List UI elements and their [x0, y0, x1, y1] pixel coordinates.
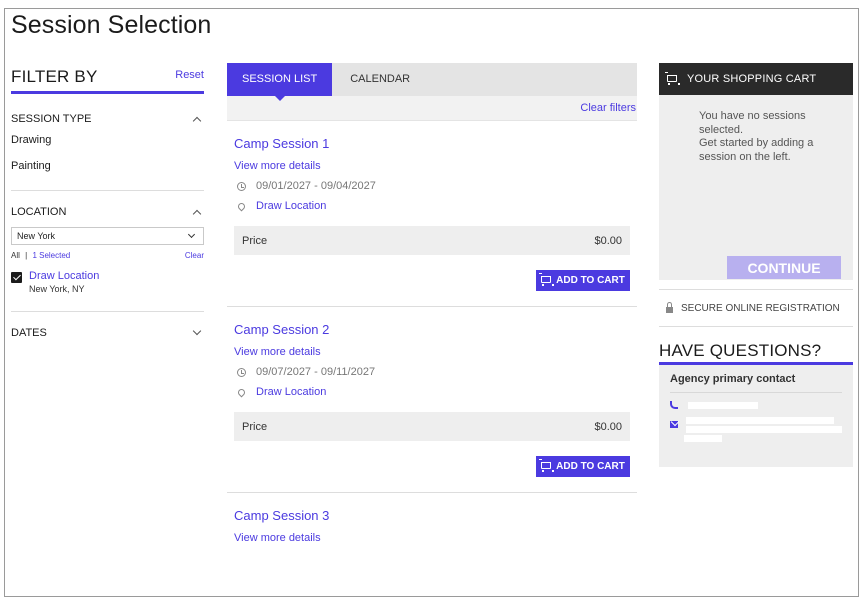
session-type-toggle[interactable]: SESSION TYPE: [11, 106, 204, 132]
session-dates-text: 09/01/2027 - 09/04/2027: [256, 180, 376, 192]
redacted-email: [686, 426, 842, 433]
cart-icon: [539, 273, 555, 286]
dates-label: DATES: [11, 327, 47, 339]
checkbox-checked-icon[interactable]: [11, 272, 22, 283]
view-details-link[interactable]: View more details: [234, 160, 630, 172]
location-section: LOCATION New York All | 1 Selected Clear…: [11, 199, 204, 312]
location-label: LOCATION: [11, 206, 67, 218]
contact-email[interactable]: [670, 417, 842, 442]
cart-empty-line: session on the left.: [699, 150, 791, 163]
price-value: $0.00: [594, 234, 622, 247]
session-title[interactable]: Camp Session 3: [234, 508, 630, 523]
reset-filters-link[interactable]: Reset: [175, 69, 204, 87]
dates-section: DATES: [11, 320, 204, 346]
secure-label: SECURE ONLINE REGISTRATION: [681, 302, 840, 314]
redacted-phone: [688, 401, 758, 409]
chevron-up-icon: [192, 209, 202, 219]
tab-calendar[interactable]: CALENDAR: [332, 63, 425, 96]
session-title[interactable]: Camp Session 1: [234, 136, 630, 151]
continue-button[interactable]: CONTINUE: [727, 256, 841, 279]
add-to-cart-button[interactable]: ADD TO CART: [536, 456, 630, 477]
location-option[interactable]: Draw Location New York, NY: [11, 270, 204, 311]
session-type-option-painting[interactable]: Painting: [11, 158, 204, 184]
phone-icon: [670, 401, 678, 409]
separator: |: [25, 251, 28, 260]
location-select-value: New York: [17, 231, 56, 241]
page-frame: Session Selection FILTER BY Reset SESSIO…: [4, 8, 859, 597]
redacted-email: [684, 435, 722, 442]
price-row: Price $0.00: [234, 226, 630, 255]
questions-title: HAVE QUESTIONS?: [659, 341, 853, 365]
page-title: Session Selection: [11, 11, 212, 39]
session-dates-text: 09/07/2027 - 09/11/2027: [256, 366, 376, 378]
session-location: Draw Location: [234, 386, 630, 398]
add-to-cart-button[interactable]: ADD TO CART: [536, 270, 630, 291]
price-label: Price: [242, 420, 268, 433]
cart-icon: [665, 71, 680, 85]
chevron-down-icon: [192, 326, 202, 336]
add-to-cart-label: ADD TO CART: [556, 461, 625, 472]
price-value: $0.00: [594, 420, 622, 433]
location-pin-icon: [236, 201, 246, 211]
filter-header: FILTER BY Reset: [11, 67, 204, 94]
session-location-link[interactable]: Draw Location: [256, 386, 326, 398]
clock-icon: [236, 367, 246, 377]
cart-empty-line: You have no sessions: [699, 110, 806, 122]
selected-count[interactable]: 1 Selected: [32, 251, 70, 260]
add-to-cart-label: ADD TO CART: [556, 275, 625, 286]
lock-icon: [666, 301, 673, 313]
mail-icon: [670, 421, 678, 428]
clear-location-link[interactable]: Clear: [185, 251, 204, 260]
filter-sidebar: FILTER BY Reset SESSION TYPE Drawing Pai…: [11, 67, 204, 346]
clock-icon: [236, 181, 246, 191]
session-card: Camp Session 1 View more details 09/01/2…: [227, 121, 637, 307]
location-selection-meta: All | 1 Selected Clear: [11, 251, 204, 260]
session-type-section: SESSION TYPE Drawing Painting: [11, 106, 204, 191]
redacted-email: [686, 417, 834, 424]
view-details-link[interactable]: View more details: [234, 532, 630, 544]
contact-phone[interactable]: [670, 401, 842, 409]
price-label: Price: [242, 234, 268, 247]
cart-empty-line: Get started by adding a: [699, 137, 814, 149]
location-option-address: New York, NY: [29, 284, 85, 294]
cart-header: YOUR SHOPPING CART: [659, 63, 853, 95]
clear-filters-bar: Clear filters: [227, 96, 637, 121]
session-panel: SESSION LIST CALENDAR Clear filters Camp…: [227, 63, 637, 559]
chevron-down-icon: [187, 230, 196, 239]
chevron-up-icon: [192, 116, 202, 126]
session-dates: 09/07/2027 - 09/11/2027: [234, 366, 630, 378]
cart-icon: [539, 459, 555, 472]
right-column: YOUR SHOPPING CART You have no sessions …: [659, 63, 853, 467]
clear-filters-link[interactable]: Clear filters: [580, 102, 636, 114]
location-option-name[interactable]: Draw Location: [29, 270, 99, 282]
view-tabs: SESSION LIST CALENDAR: [227, 63, 637, 101]
dates-toggle[interactable]: DATES: [11, 320, 204, 346]
location-select[interactable]: New York: [11, 227, 204, 245]
session-title[interactable]: Camp Session 2: [234, 322, 630, 337]
location-toggle[interactable]: LOCATION: [11, 199, 204, 225]
location-pin-icon: [236, 387, 246, 397]
contact-title: Agency primary contact: [670, 373, 842, 393]
session-type-option-drawing[interactable]: Drawing: [11, 132, 204, 158]
session-location: Draw Location: [234, 200, 630, 212]
session-card: Camp Session 2 View more details 09/07/2…: [227, 307, 637, 493]
secure-registration: SECURE ONLINE REGISTRATION: [659, 289, 853, 327]
view-details-link[interactable]: View more details: [234, 346, 630, 358]
cart-empty-line: selected.: [699, 123, 744, 136]
session-type-label: SESSION TYPE: [11, 113, 92, 125]
filter-title: FILTER BY: [11, 67, 98, 86]
cart-body: You have no sessions selected. Get start…: [659, 95, 853, 280]
price-row: Price $0.00: [234, 412, 630, 441]
select-all-link[interactable]: All: [11, 251, 20, 260]
cart-title: YOUR SHOPPING CART: [687, 73, 817, 85]
tab-session-list[interactable]: SESSION LIST: [227, 63, 333, 101]
session-location-link[interactable]: Draw Location: [256, 200, 326, 212]
session-dates: 09/01/2027 - 09/04/2027: [234, 180, 630, 192]
contact-box: Agency primary contact: [659, 365, 853, 467]
session-card: Camp Session 3 View more details: [227, 493, 637, 559]
